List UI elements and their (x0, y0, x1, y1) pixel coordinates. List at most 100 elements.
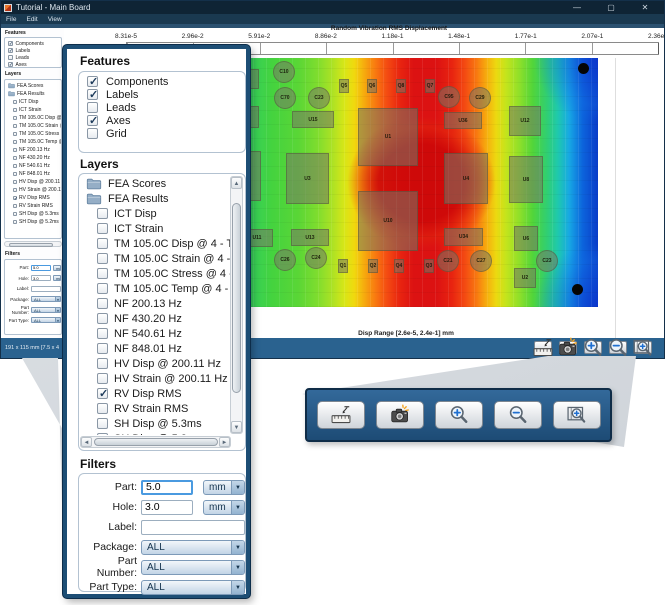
feature-row-components[interactable]: Components (5, 40, 61, 47)
checkbox[interactable] (13, 196, 18, 202)
layer-row-tm-105-0c-strain-4-thermal[interactable]: TM 105.0C Strain @ 4 - Thermal (5, 122, 61, 130)
checkbox[interactable] (97, 283, 108, 294)
checkbox[interactable] (13, 172, 17, 176)
layer-row-hv-strain-200-11-hz[interactable]: HV Strain @ 200.11 Hz (5, 186, 61, 194)
component-c27[interactable]: C27 (470, 250, 492, 272)
layer-row-fea-scores[interactable]: FEA Scores (80, 176, 231, 191)
feature-row-grid[interactable]: Grid (79, 127, 245, 140)
component-q5[interactable]: Q5 (339, 79, 349, 93)
component-u15[interactable]: U15 (292, 111, 334, 128)
checkbox[interactable] (97, 328, 108, 339)
unit-select[interactable]: mm▼ (203, 479, 245, 495)
checkbox[interactable] (97, 313, 108, 324)
toolbar-button-zoom-out[interactable] (609, 338, 627, 356)
layer-row-ict-strain[interactable]: ICT Strain (5, 106, 61, 114)
component-u36[interactable]: U36 (444, 112, 482, 129)
component-c21[interactable]: C21 (437, 250, 459, 272)
filter-select-part-type[interactable]: ALL ▼ (141, 579, 245, 595)
menu-view[interactable]: View (48, 16, 62, 23)
feature-row-leads[interactable]: Leads (79, 101, 245, 114)
feature-row-axes[interactable]: Axes (5, 61, 61, 68)
board-canvas[interactable]: C10 C70 C23 U15 Q5 Q6 Q8 Q7 C95 C29 U36 U12 U1 U3 U4 U8… (214, 58, 598, 307)
toolbar-button-camera[interactable] (559, 337, 577, 355)
checkbox[interactable] (97, 418, 108, 429)
component-u1[interactable]: U1 (358, 108, 418, 166)
toolbar-button-zoom-in[interactable] (584, 338, 602, 356)
layer-row-hv-disp-200-11-hz[interactable]: HV Disp @ 200.11 Hz (80, 356, 231, 371)
checkbox[interactable] (13, 108, 17, 112)
filter-input-hole[interactable] (141, 499, 193, 515)
component-c23[interactable]: C23 (536, 250, 558, 272)
scrollbar-thumb[interactable] (9, 243, 53, 247)
checkbox[interactable] (97, 387, 108, 400)
checkbox[interactable] (13, 188, 17, 192)
layer-row-ict-disp[interactable]: ICT Disp (5, 98, 61, 106)
checkbox[interactable] (87, 128, 98, 139)
checkbox[interactable] (97, 268, 108, 279)
layer-row-sh-disp-5-2ms[interactable]: SH Disp @ 5.2ms (5, 218, 61, 226)
filter-input-label[interactable] (141, 519, 245, 535)
scroll-left-arrow[interactable]: ◄ (81, 437, 92, 447)
layer-row-fea-scores[interactable]: FEA Scores (5, 82, 61, 90)
checkbox[interactable] (13, 204, 17, 208)
component-u34[interactable]: U34 (444, 228, 483, 246)
layer-row-rv-strain-rms[interactable]: RV Strain RMS (5, 202, 61, 210)
unit-select[interactable]: mm▼ (53, 264, 61, 271)
component-u12[interactable]: U12 (509, 106, 541, 136)
filter-input-label[interactable] (31, 285, 61, 292)
filter-input-part[interactable] (141, 479, 193, 495)
layer-row-sh-disp-5-2ms[interactable]: SH Disp @ 5.2ms (80, 431, 231, 435)
checkbox[interactable] (87, 114, 98, 127)
checkbox[interactable] (87, 75, 98, 88)
checkbox[interactable] (8, 41, 13, 47)
filter-select-part-number[interactable]: ALL ▼ (31, 306, 61, 313)
sidebar-h-scrollbar[interactable] (4, 241, 62, 247)
filter-select-package[interactable]: ALL ▼ (31, 296, 61, 302)
layer-row-tm-105-0c-temp-4-thermal[interactable]: TM 105.0C Temp @ 4 - Thermal (80, 281, 231, 296)
feature-row-labels[interactable]: Labels (5, 47, 61, 54)
layer-row-nf-540-61-hz[interactable]: NF 540.61 Hz (80, 326, 231, 341)
component-q4[interactable]: Q4 (394, 259, 404, 273)
checkbox[interactable] (97, 403, 108, 414)
component-u8[interactable]: U8 (509, 156, 543, 203)
toolbar-button-zoom-out[interactable] (494, 401, 542, 429)
checkbox[interactable] (13, 212, 17, 216)
checkbox[interactable] (97, 373, 108, 384)
toolbar-button-zoom-area[interactable] (633, 339, 652, 356)
checkbox[interactable] (97, 238, 108, 249)
feature-row-axes[interactable]: Axes (79, 114, 245, 127)
component-c29[interactable]: C29 (469, 87, 491, 109)
scrollbar-thumb[interactable] (232, 203, 241, 393)
component-q7[interactable]: Q7 (425, 79, 435, 93)
checkbox[interactable] (87, 102, 98, 113)
checkbox[interactable] (13, 132, 17, 136)
scroll-right-arrow[interactable]: ► (219, 437, 230, 447)
layer-row-tm-105-0c-temp-4-thermal[interactable]: TM 105.0C Temp @ 4 - Thermal (5, 138, 61, 146)
component-c23[interactable]: C23 (308, 87, 330, 109)
layer-row-tm-105-0c-disp-4-thermal[interactable]: TM 105.0C Disp @ 4 - Thermal (80, 236, 231, 251)
layer-row-hv-disp-200-11-hz[interactable]: HV Disp @ 200.11 Hz (5, 178, 61, 186)
layer-row-rv-disp-rms[interactable]: RV Disp RMS (80, 386, 231, 401)
component-c70[interactable]: C70 (274, 87, 296, 109)
component-c24[interactable]: C24 (305, 247, 327, 269)
toolbar-button-measure[interactable] (533, 338, 553, 356)
component-q3[interactable]: Q3 (424, 259, 434, 273)
filter-input-hole[interactable] (31, 275, 51, 281)
toolbar-button-camera[interactable] (376, 401, 424, 429)
checkbox[interactable] (13, 220, 17, 224)
scroll-down-arrow[interactable]: ▼ (231, 421, 242, 433)
feature-row-leads[interactable]: Leads (5, 54, 61, 61)
feature-row-components[interactable]: Components (79, 75, 245, 88)
component-c10[interactable]: C10 (273, 61, 295, 83)
layer-row-tm-105-0c-strain-4-thermal[interactable]: TM 105.0C Strain @ 4 - Thermal (80, 251, 231, 266)
component-c26[interactable]: C26 (274, 249, 296, 271)
checkbox[interactable] (97, 208, 108, 219)
filter-input-part[interactable] (31, 264, 51, 271)
layer-row-nf-848-01-hz[interactable]: NF 848.01 Hz (5, 170, 61, 178)
layer-row-nf-430-20-hz[interactable]: NF 430.20 Hz (80, 311, 231, 326)
toolbar-button-measure[interactable] (317, 401, 365, 429)
layer-row-rv-disp-rms[interactable]: RV Disp RMS (5, 194, 61, 202)
checkbox[interactable] (97, 358, 108, 369)
layer-row-ict-disp[interactable]: ICT Disp (80, 206, 231, 221)
layer-row-ict-strain[interactable]: ICT Strain (80, 221, 231, 236)
